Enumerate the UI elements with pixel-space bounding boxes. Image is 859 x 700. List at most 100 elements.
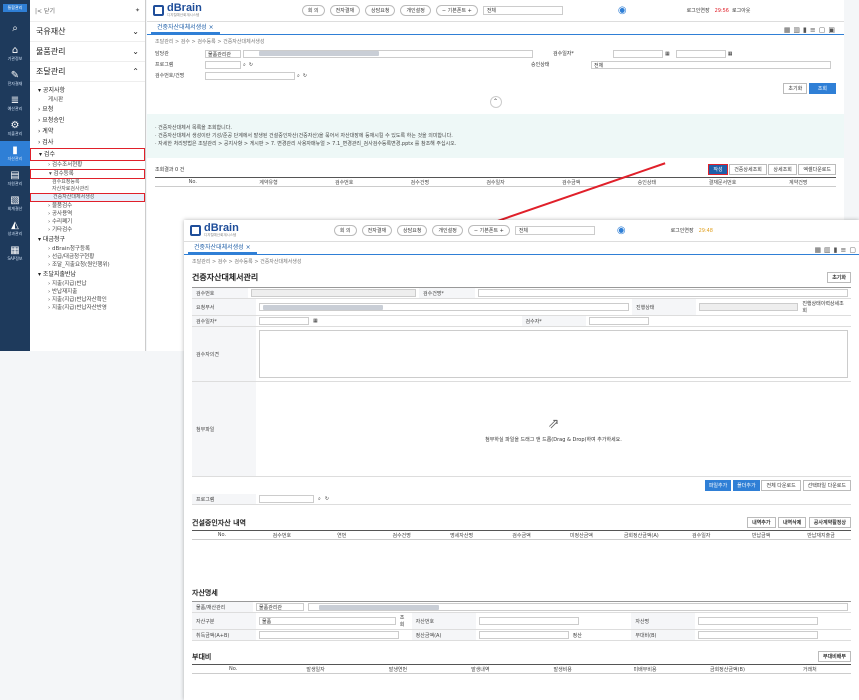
menu-item[interactable]: › dBrain청구등록: [30, 245, 145, 253]
inspection-date-field[interactable]: [259, 317, 309, 325]
header-pill-button[interactable]: 회 의: [301, 5, 325, 16]
rail-item[interactable]: ⌕: [0, 16, 30, 41]
create-button[interactable]: 작성: [708, 164, 728, 175]
column-header[interactable]: 결재문서번호: [685, 179, 761, 186]
column-header[interactable]: 금회정산금액(A): [611, 532, 671, 539]
asset-type-select[interactable]: 물품: [259, 617, 396, 625]
tab-asset-replace[interactable]: 건중자산대체서생성 ×: [151, 21, 220, 34]
refresh-icon[interactable]: ↻: [249, 62, 253, 68]
refresh-icon[interactable]: ↻: [325, 496, 329, 502]
column-header[interactable]: 미배부비용: [604, 666, 686, 673]
rail-item[interactable]: ⚙ 지출관리: [0, 116, 30, 141]
menu-item[interactable]: 자산자료검사관리: [30, 186, 145, 193]
collapse-toggle-icon[interactable]: ⌃: [489, 96, 502, 108]
rail-item[interactable]: ▮ 자산관리: [0, 141, 30, 166]
column-header[interactable]: 검수건명: [382, 179, 458, 186]
opinion-textarea[interactable]: [259, 330, 848, 378]
rail-item[interactable]: ◭ 성과관리: [0, 216, 30, 241]
column-header[interactable]: 반납금액: [731, 532, 791, 539]
menu-item[interactable]: › 검수조서현황: [30, 161, 145, 169]
menu-item[interactable]: 건중자산대체서생성: [30, 193, 145, 202]
rail-item[interactable]: ⌂ 기관정보: [0, 41, 30, 66]
search-icon[interactable]: ⌕: [318, 496, 321, 502]
search-button[interactable]: 조회: [808, 83, 836, 94]
goods-manager-select[interactable]: 물품관리관: [256, 603, 304, 611]
menu-item[interactable]: ▾ 공지사항: [30, 85, 145, 96]
goods-detail-select[interactable]: [308, 603, 848, 611]
dept-detail-select[interactable]: [243, 49, 533, 58]
column-header[interactable]: 검수번호: [252, 532, 312, 539]
detail-view-button[interactable]: 건중상세조회: [729, 164, 767, 175]
column-header[interactable]: 검수번호: [306, 179, 382, 186]
acquisition-amount-field[interactable]: [259, 631, 399, 639]
rail-item[interactable]: ✎ 전자결재: [0, 66, 30, 91]
add-file-button[interactable]: 파일추가: [704, 480, 732, 491]
logout-button[interactable]: 로그아웃: [732, 7, 750, 14]
header-select[interactable]: 전체: [482, 6, 563, 15]
globe-icon[interactable]: ◉: [618, 5, 627, 16]
column-header[interactable]: 검수건명: [372, 532, 432, 539]
settle-amount-field[interactable]: [478, 631, 569, 639]
column-header[interactable]: 검수금액: [492, 532, 552, 539]
tab-asset-replace[interactable]: 건중자산대체서생성 ×: [188, 241, 257, 254]
menu-item[interactable]: › 물품검수: [30, 202, 145, 210]
add-row-button[interactable]: 내역추가: [747, 517, 776, 528]
extra-cost-field[interactable]: [698, 631, 819, 639]
inspector-field[interactable]: [588, 317, 649, 325]
column-header[interactable]: 반납재지출금: [791, 532, 851, 539]
menu-item[interactable]: › 지출(지급)반납: [30, 280, 145, 288]
menu-item[interactable]: › 검사: [30, 137, 145, 148]
column-header[interactable]: No.: [192, 666, 274, 672]
login-extend-button[interactable]: 로그인연장: [671, 227, 694, 234]
window-tools-icon[interactable]: ▦▥▮≡▢: [814, 246, 859, 254]
contract-button[interactable]: 공사계약활정상: [808, 517, 851, 528]
distribute-button[interactable]: 부대비배부: [817, 651, 851, 662]
font-stepper[interactable]: − 기본폰트 +: [435, 5, 478, 16]
header-pill-button[interactable]: 회 의: [333, 225, 357, 236]
delete-row-button[interactable]: 내역삭제: [777, 517, 807, 528]
menu-item[interactable]: 검수요청등록: [30, 179, 145, 186]
header-pill-button[interactable]: 개인설정: [432, 225, 463, 236]
search-icon[interactable]: ⌕: [297, 73, 300, 79]
menu-item[interactable]: › 지출(지급)반납자산확인: [30, 296, 145, 304]
rail-item[interactable]: ▤ 자원관리: [0, 166, 30, 191]
menu-item[interactable]: › 요청승인: [30, 115, 145, 126]
menu-item[interactable]: › 요청: [30, 104, 145, 115]
column-header[interactable]: No.: [192, 532, 252, 538]
column-header[interactable]: 발생연번: [357, 666, 439, 673]
download-selected-button[interactable]: 선택파일 다운로드: [802, 480, 851, 491]
header-select[interactable]: 전체: [514, 226, 595, 235]
menu-item[interactable]: › 선급/대금청구현황: [30, 253, 145, 261]
close-icon[interactable]: ×: [246, 244, 251, 251]
settle-button[interactable]: 정산: [573, 632, 582, 639]
menu-item[interactable]: › 수리폐기: [30, 218, 145, 226]
menu-item[interactable]: ▾ 대금청구: [30, 234, 145, 245]
column-header[interactable]: 발생일자: [274, 666, 356, 673]
request-dept-field[interactable]: [259, 303, 629, 311]
calendar-icon[interactable]: ▦: [313, 318, 318, 324]
column-header[interactable]: 검수일자: [671, 532, 731, 539]
close-icon[interactable]: ×: [209, 24, 214, 31]
column-header[interactable]: 명세자산명: [432, 532, 492, 539]
column-header[interactable]: 계약유형: [231, 179, 307, 186]
menu-item[interactable]: › 기타검수: [30, 226, 145, 234]
header-pill-button[interactable]: 상담요청: [397, 225, 428, 236]
rail-item[interactable]: ≣ 예산관리: [0, 91, 30, 116]
rail-item[interactable]: ▧ 회계결산: [0, 191, 30, 216]
asset-no-field[interactable]: [478, 617, 579, 625]
menu-item[interactable]: › 공사용역: [30, 210, 145, 218]
search-icon[interactable]: ⌕: [243, 62, 246, 68]
login-extend-button[interactable]: 로그인연장: [687, 7, 710, 14]
window-tools-icon[interactable]: ▦▥▮≡▢▣: [784, 26, 838, 34]
column-header[interactable]: 금회정산금액(B): [686, 666, 768, 673]
date-from-input[interactable]: [613, 49, 663, 58]
refresh-icon[interactable]: ↻: [303, 73, 307, 79]
download-all-button[interactable]: 전체 다운로드: [761, 480, 801, 491]
approval-select[interactable]: 전체: [591, 60, 832, 69]
column-header[interactable]: 발생내역: [439, 666, 521, 673]
menu-procurement[interactable]: 조달관리 ⌃: [30, 62, 145, 82]
menu-goods[interactable]: 물품관리 ⌄: [30, 42, 145, 62]
font-stepper[interactable]: − 기본폰트 +: [467, 225, 510, 236]
rail-item[interactable]: ▦ SAP정보: [0, 241, 30, 266]
detail-button[interactable]: 상세조회: [768, 164, 797, 175]
